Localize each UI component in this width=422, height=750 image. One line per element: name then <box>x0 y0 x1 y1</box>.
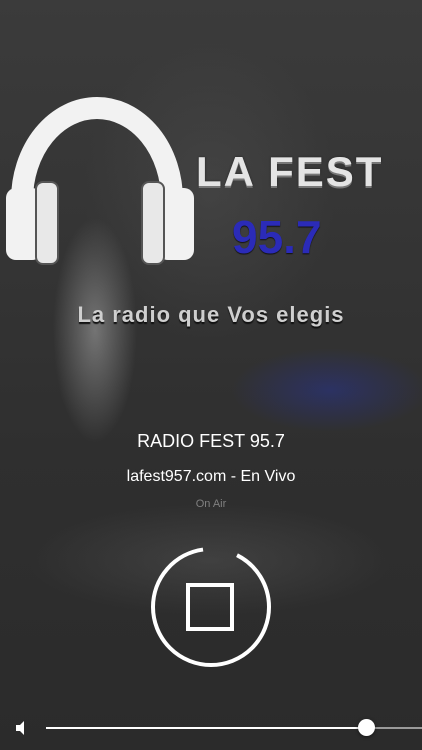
brand-frequency: 95.7 <box>232 211 322 263</box>
station-name: RADIO FEST 95.7 <box>137 431 285 451</box>
volume-slider-thumb[interactable] <box>357 719 375 736</box>
volume-slider[interactable] <box>46 719 422 736</box>
volume-control <box>0 712 422 742</box>
stop-icon <box>151 547 271 667</box>
brand-tagline: La radio que Vos elegis <box>77 302 345 327</box>
volume-slider-fill <box>46 727 366 729</box>
speaker-icon <box>16 721 24 735</box>
stop-button[interactable] <box>149 545 273 669</box>
status-label: On Air <box>195 498 227 510</box>
stream-subtitle: lafest957.com - En Vivo <box>126 468 296 485</box>
station-logo: LA FEST 95.7 La radio que Vos elegis <box>0 0 422 360</box>
brand-name: LA FEST <box>196 148 384 195</box>
